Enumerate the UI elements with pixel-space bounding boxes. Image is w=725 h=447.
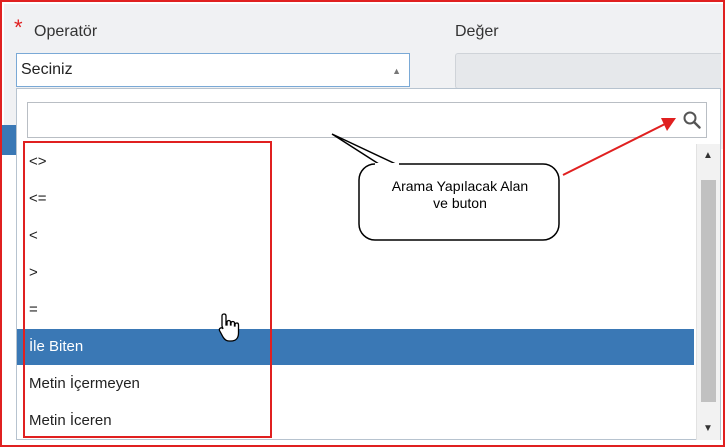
option-item[interactable]: Metin İceren xyxy=(17,403,694,439)
option-list: <> <= < > = İle Biten Metin İçermeyen Me… xyxy=(17,144,694,441)
value-field[interactable] xyxy=(455,53,721,89)
option-item[interactable]: <= xyxy=(17,181,694,217)
option-item[interactable]: = xyxy=(17,292,694,328)
left-blue-edge xyxy=(2,125,16,155)
option-item[interactable]: <> xyxy=(17,144,694,180)
scrollbar-thumb[interactable] xyxy=(701,180,716,402)
operator-select-value: Seciniz xyxy=(21,61,73,78)
option-item[interactable]: > xyxy=(17,255,694,291)
option-item[interactable]: Metin İçermeyen xyxy=(17,366,694,402)
hand-pointer-icon xyxy=(218,313,240,342)
dropdown-scrollbar[interactable]: ▲ ▼ xyxy=(696,144,720,440)
required-marker: * xyxy=(14,15,23,40)
option-item[interactable]: < xyxy=(17,218,694,254)
triangle-up-icon[interactable]: ▲ xyxy=(703,150,713,161)
operator-dropdown: <> <= < > = İle Biten Metin İçermeyen Me… xyxy=(16,88,721,440)
search-icon[interactable] xyxy=(682,110,702,130)
operator-label: Operatör xyxy=(34,23,98,40)
triangle-down-icon[interactable]: ▼ xyxy=(703,423,713,434)
triangle-up-icon: ▲ xyxy=(392,66,401,76)
dropdown-search-input[interactable] xyxy=(27,102,707,138)
callout-line-2: ve buton xyxy=(433,195,487,211)
option-item-selected[interactable]: İle Biten xyxy=(17,329,694,365)
callout-line-1: Arama Yapılacak Alan xyxy=(391,178,529,194)
callout-text: Arama Yapılacak Alan ve buton xyxy=(362,178,558,212)
value-label: Değer xyxy=(455,23,499,40)
operator-select[interactable]: Seciniz ▲ xyxy=(16,53,410,87)
